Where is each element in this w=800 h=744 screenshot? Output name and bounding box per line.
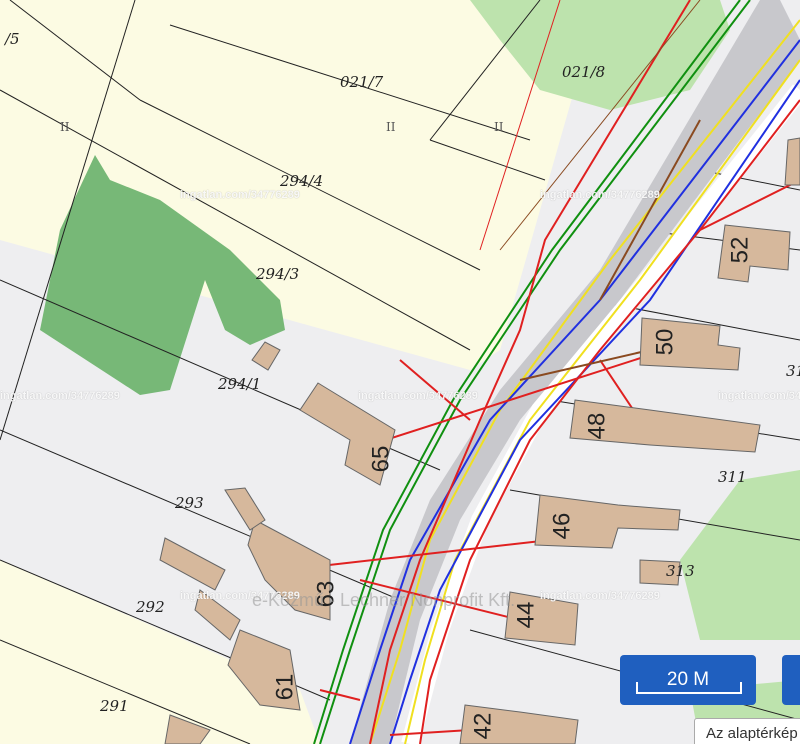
watermark: ingatlan.com/34776289 bbox=[540, 590, 660, 602]
watermark: ingatlan.com/34776289 bbox=[180, 189, 300, 201]
parcel-label: 313 bbox=[666, 562, 695, 580]
green-area-right bbox=[680, 470, 800, 640]
parcel-label: 021/8 bbox=[562, 63, 606, 81]
parcel-mark: II bbox=[386, 120, 396, 134]
parcel-label: 293 bbox=[175, 494, 204, 512]
house-number: 44 bbox=[512, 601, 540, 629]
parcel-label: 294/1 bbox=[218, 375, 262, 393]
watermark: ingatlan.com/34776289 bbox=[540, 189, 660, 201]
house-number: 42 bbox=[469, 712, 497, 740]
map-graphics bbox=[0, 0, 800, 744]
house-number: 50 bbox=[651, 328, 679, 356]
parcel-label: 294/3 bbox=[256, 265, 300, 283]
house-number: 48 bbox=[583, 412, 611, 440]
parcel-mark: II bbox=[494, 120, 504, 134]
house-number: 52 bbox=[726, 236, 754, 264]
parcel-mark: II bbox=[60, 120, 70, 134]
watermark: ingatlan.com/34776289 bbox=[0, 390, 120, 402]
house-number: 46 bbox=[548, 512, 576, 540]
map-credit: e-Közmű - Lechner Nonprofit Kft. bbox=[252, 590, 516, 610]
house-number: 61 bbox=[271, 673, 299, 701]
utility-map[interactable]: /5 021/7 021/8 294/4 294/3 294/1 293 292… bbox=[0, 0, 800, 744]
scale-button[interactable]: 20 M bbox=[620, 655, 756, 705]
parcel-label: 311 bbox=[718, 468, 747, 486]
parcel-label: /5 bbox=[5, 30, 20, 48]
scale-bar bbox=[636, 682, 742, 694]
parcel-label: 292 bbox=[136, 598, 165, 616]
map-control-button[interactable] bbox=[782, 655, 800, 705]
parcel-label: 31 bbox=[786, 362, 800, 380]
base-layer-tab[interactable]: Az alaptérkép bbox=[694, 718, 800, 744]
house-number: 65 bbox=[367, 445, 395, 473]
watermark: ingatlan.com/34776289 bbox=[358, 390, 478, 402]
parcel-label: 021/7 bbox=[340, 73, 384, 91]
parcel-label: 294/4 bbox=[280, 172, 324, 190]
parcel-label: 291 bbox=[100, 697, 129, 715]
watermark: ingatlan.com/34776289 bbox=[718, 390, 800, 402]
